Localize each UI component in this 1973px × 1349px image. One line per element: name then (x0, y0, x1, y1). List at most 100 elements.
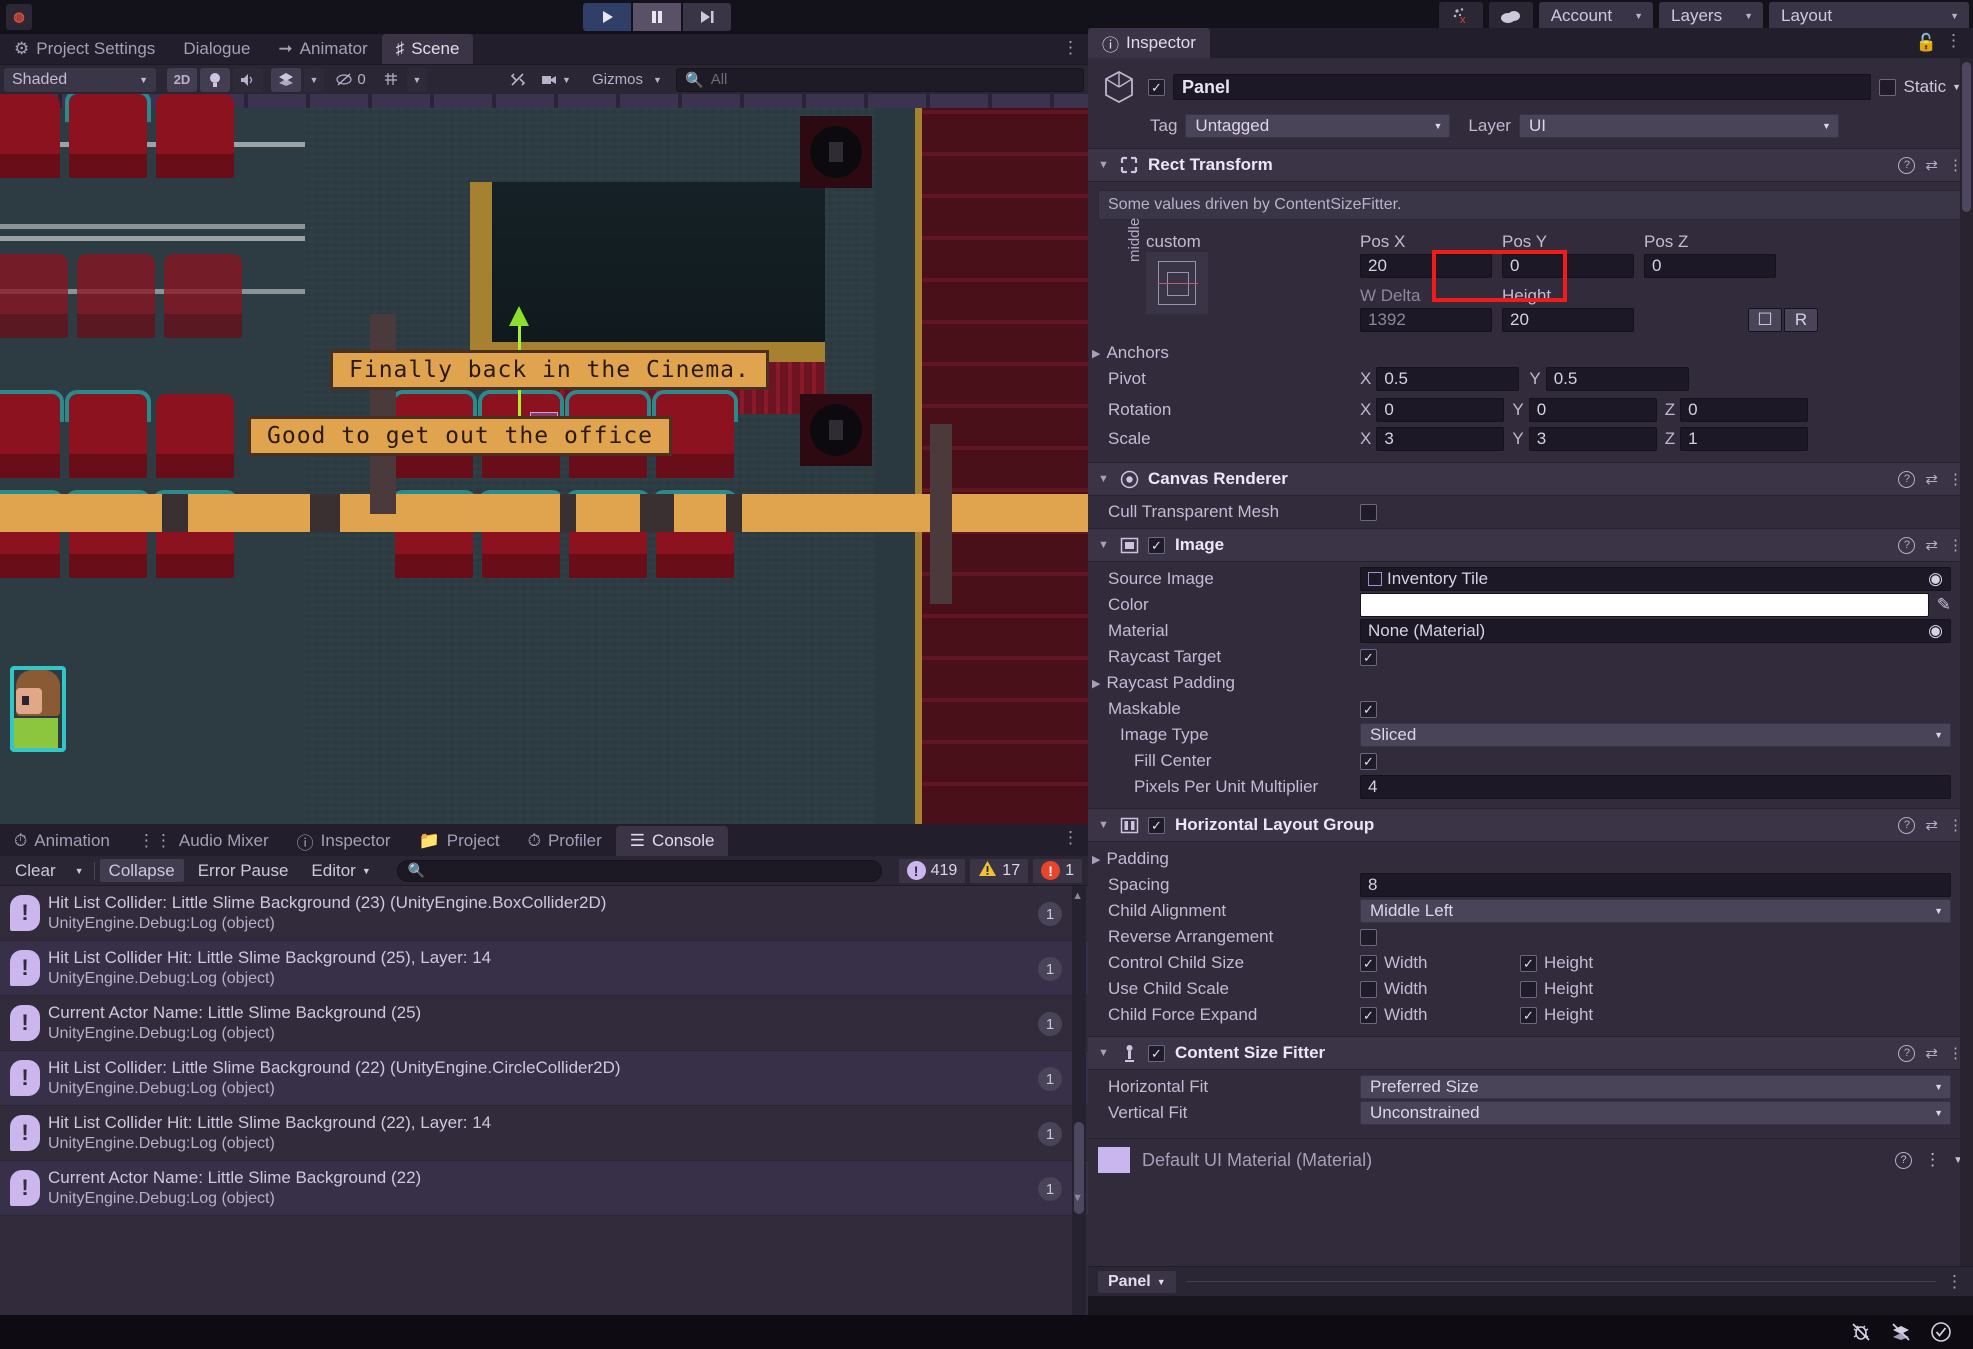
scene-viewport[interactable]: Finally back in the Cinema. Good to get … (0, 94, 1088, 824)
preset-icon[interactable]: ⇄ (1925, 816, 1938, 834)
foldout-arrow-icon[interactable]: ▶ (1092, 347, 1100, 360)
collab-icon[interactable]: x (1438, 2, 1483, 30)
spacing-input[interactable]: 8 (1360, 873, 1951, 897)
log-row[interactable]: ! Hit List Collider Hit: Little Slime Ba… (0, 941, 1088, 996)
log-row[interactable]: ! Hit List Collider: Little Slime Backgr… (0, 886, 1088, 941)
layer-dropdown[interactable]: UI ▼ (1518, 114, 1839, 138)
tab-animator[interactable]: ➞ Animator (264, 34, 381, 64)
foldout-arrow-icon[interactable]: ▼ (1098, 473, 1110, 485)
maskable-checkbox[interactable]: ✓ (1360, 700, 1377, 718)
tab-animation[interactable]: ⏱ Animation (0, 826, 124, 856)
scene-tools-button[interactable] (505, 68, 531, 92)
log-row[interactable]: ! Hit List Collider Hit: Little Slime Ba… (0, 1106, 1088, 1161)
panel-options-kebab-icon[interactable]: ⋮ (1062, 38, 1080, 58)
control-child-height-toggle[interactable]: ✓ Height (1520, 953, 1593, 973)
tab-scene[interactable]: ♯ Scene (381, 34, 474, 64)
padding-foldout-row[interactable]: ▶ Padding (1088, 846, 1973, 872)
preset-icon[interactable]: ⇄ (1925, 156, 1938, 174)
control-child-height-checkbox[interactable]: ✓ (1520, 954, 1537, 972)
component-header-content-size-fitter[interactable]: ▼ ✓ Content Size Fitter ? ⇄ ⋮ (1088, 1036, 1973, 1070)
image-enabled-checkbox[interactable]: ✓ (1148, 536, 1165, 554)
component-header-image[interactable]: ▼ ✓ Image ? ⇄ ⋮ (1088, 528, 1973, 562)
log-row[interactable]: ! Hit List Collider: Little Slime Backgr… (0, 1051, 1088, 1106)
raycast-padding-foldout-row[interactable]: ▶ Raycast Padding (1088, 670, 1973, 696)
cloud-icon[interactable] (1488, 2, 1533, 30)
console-search-input[interactable]: 🔍 (396, 859, 882, 882)
console-log-list[interactable]: ! Hit List Collider: Little Slime Backgr… (0, 886, 1088, 1324)
component-header-rect-transform[interactable]: ▼ Rect Transform ? ⇄ ⋮ (1088, 148, 1973, 182)
static-checkbox[interactable]: ✓ (1878, 78, 1896, 96)
layout-dropdown[interactable]: Layout ▼ (1769, 2, 1969, 30)
foldout-arrow-icon[interactable]: ▶ (1092, 853, 1100, 866)
pixels-per-unit-input[interactable]: 4 (1360, 775, 1951, 799)
shading-mode-dropdown[interactable]: Shaded ▼ (4, 67, 156, 92)
account-dropdown[interactable]: Account ▼ (1538, 2, 1654, 30)
tab-dialogue[interactable]: Dialogue (169, 34, 264, 64)
cull-transparent-mesh-checkbox[interactable]: ✓ (1360, 503, 1377, 521)
force-expand-height-checkbox[interactable]: ✓ (1520, 1006, 1537, 1024)
force-expand-width-toggle[interactable]: ✓ Width (1360, 1005, 1520, 1025)
help-icon[interactable]: ? (1898, 536, 1916, 554)
tab-inspector[interactable]: ⓘ Inspector (1088, 28, 1210, 58)
component-header-horizontal-layout-group[interactable]: ▼ ✓ Horizontal Layout Group ? ⇄ ⋮ (1088, 808, 1973, 842)
foldout-arrow-icon[interactable]: ▼ (1098, 159, 1110, 171)
source-image-object-field[interactable]: Inventory Tile ◉ (1360, 567, 1951, 591)
preset-icon[interactable]: ⇄ (1925, 1044, 1938, 1062)
object-picker-icon[interactable]: ◉ (1928, 569, 1943, 589)
gizmos-dropdown[interactable]: Gizmos ▼ (581, 68, 673, 92)
scrollbar-thumb[interactable] (1962, 62, 1971, 212)
help-icon[interactable]: ? (1898, 470, 1916, 488)
scroll-up-arrow-icon[interactable]: ▲ (1072, 890, 1083, 902)
tab-profiler[interactable]: ⏱ Profiler (514, 826, 616, 856)
width-input[interactable]: 1392 (1360, 308, 1492, 332)
clear-button[interactable]: Clear (6, 859, 65, 882)
control-child-width-checkbox[interactable]: ✓ (1360, 954, 1377, 972)
breadcrumb[interactable]: Panel ▼ (1098, 1270, 1176, 1293)
force-expand-width-checkbox[interactable]: ✓ (1360, 1006, 1377, 1024)
scale-z-input[interactable]: 1 (1680, 427, 1809, 451)
content-size-fitter-enabled-checkbox[interactable]: ✓ (1148, 1044, 1165, 1062)
help-icon[interactable]: ? (1898, 816, 1916, 834)
hidden-objects-toggle[interactable]: 0 (327, 68, 375, 92)
preset-icon[interactable]: ⇄ (1925, 470, 1938, 488)
material-preview-header[interactable]: Default UI Material (Material) ? ⋮ ▼ (1088, 1138, 1973, 1181)
color-swatch-field[interactable] (1360, 593, 1929, 617)
reverse-arrangement-checkbox[interactable]: ✓ (1360, 928, 1377, 946)
material-object-field[interactable]: None (Material) ◉ (1360, 619, 1951, 643)
warning-count-badge[interactable]: 17 (970, 858, 1029, 883)
horizontal-layout-enabled-checkbox[interactable]: ✓ (1148, 816, 1165, 834)
foldout-arrow-icon[interactable]: ▼ (1098, 539, 1110, 551)
console-options-kebab-icon[interactable]: ⋮ (1062, 828, 1080, 848)
audio-toggle-button[interactable] (233, 67, 263, 92)
layers-mute-icon[interactable] (1889, 1320, 1913, 1344)
inspector-options-kebab-icon[interactable]: ⋮ (1945, 31, 1963, 51)
help-icon[interactable]: ? (1895, 1151, 1913, 1169)
object-picker-icon[interactable]: ◉ (1928, 621, 1943, 641)
use-child-width-checkbox[interactable]: ✓ (1360, 980, 1377, 998)
use-child-width-toggle[interactable]: ✓ Width (1360, 979, 1520, 999)
pause-button[interactable] (633, 3, 681, 31)
pos-z-input[interactable]: 0 (1644, 254, 1776, 278)
console-scrollbar[interactable]: ▲ ▼ (1072, 886, 1086, 1324)
bug-mute-icon[interactable] (1849, 1320, 1873, 1344)
vertical-fit-dropdown[interactable]: Unconstrained ▼ (1360, 1101, 1951, 1125)
collapse-button[interactable]: Collapse (99, 859, 184, 882)
scene-search-input[interactable]: 🔍 All (676, 67, 1084, 92)
pivot-y-input[interactable]: 0.5 (1545, 367, 1689, 391)
inspector-scrollbar[interactable] (1960, 58, 1973, 1296)
rotation-z-input[interactable]: 0 (1680, 398, 1809, 422)
tab-project-settings[interactable]: ⚙ Project Settings (0, 34, 169, 64)
component-kebab-icon[interactable]: ⋮ (1924, 1150, 1941, 1170)
anchor-preset-button[interactable] (1146, 252, 1208, 314)
fill-center-checkbox[interactable]: ✓ (1360, 752, 1377, 770)
pos-x-input[interactable]: 20 (1360, 254, 1492, 278)
use-child-height-toggle[interactable]: ✓ Height (1520, 979, 1593, 999)
check-circle-icon[interactable] (1929, 1320, 1953, 1344)
static-dropdown[interactable]: Static ▼ (1904, 77, 1961, 97)
editor-dropdown[interactable]: Editor ▼ (302, 859, 379, 882)
height-input[interactable]: 20 (1502, 308, 1634, 332)
horizontal-fit-dropdown[interactable]: Preferred Size ▼ (1360, 1075, 1951, 1099)
image-type-dropdown[interactable]: Sliced ▼ (1360, 723, 1951, 747)
foldout-arrow-icon[interactable]: ▶ (1092, 677, 1100, 690)
eyedropper-icon[interactable]: ✎ (1937, 595, 1951, 615)
